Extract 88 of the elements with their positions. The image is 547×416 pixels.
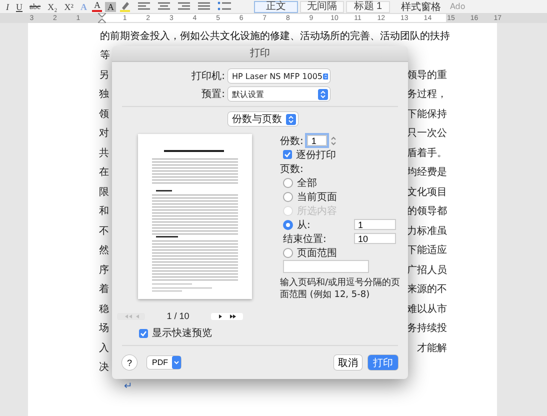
document-text: 只一次公 (407, 127, 447, 140)
document-text: 力标准虽 (407, 224, 447, 238)
format-button[interactable]: A (105, 2, 116, 12)
stepper-icon (318, 88, 328, 100)
align-right-icon[interactable] (176, 1, 191, 12)
print-button[interactable]: 打印 (368, 355, 398, 370)
document-text: 不 (99, 224, 109, 238)
document-text: 决 (99, 360, 109, 374)
document-text: 的前期资金投入，例如公共文化设施的修建、活动场所的完善、活动团队的扶持 (100, 30, 450, 44)
help-button[interactable]: ? (122, 355, 137, 370)
document-text: 难以从市 (407, 302, 447, 316)
page-range-field[interactable] (283, 260, 369, 273)
document-text: 然 (99, 244, 109, 258)
dialog-title: 打印 (112, 46, 408, 62)
stepper-icon (286, 114, 296, 124)
pdf-menu-button[interactable]: PDF (147, 356, 181, 369)
document-text: 来源的不 (407, 282, 447, 296)
document-text: 才能解 (417, 342, 447, 355)
copies-field[interactable]: 1 (307, 135, 328, 146)
radio-button[interactable] (283, 192, 293, 202)
radio-label: 全部 (297, 176, 318, 190)
document-text: 在 (99, 166, 109, 180)
style-preset[interactable]: 标题 1 (346, 0, 390, 12)
document-text: 着 (99, 282, 109, 296)
radio-button[interactable] (283, 220, 293, 230)
document-text: 务持续投 (407, 322, 447, 336)
styles-pane-button[interactable]: 样式窗格 (400, 0, 441, 13)
document-text: 场 (99, 322, 109, 336)
checkbox[interactable] (139, 328, 148, 338)
stepper-icon (322, 70, 328, 82)
paragraph-mark: ↵ (124, 381, 132, 392)
field-label: 预置: (200, 88, 225, 101)
align-center-icon[interactable] (156, 1, 171, 12)
field-label: 页数: (280, 162, 304, 176)
radio-label: 当前页面 (297, 190, 338, 204)
printer-popup[interactable]: HP Laser NS MFP 1005 (228, 69, 330, 83)
document-text: 入 (99, 342, 109, 355)
style-preset[interactable]: 正文 (254, 0, 298, 12)
document-text: 对 (99, 126, 109, 140)
bullet-list-icon[interactable] (216, 1, 233, 12)
chevron-down-icon (172, 356, 181, 369)
highlighter-icon[interactable] (118, 1, 131, 12)
indent-marker-icon[interactable] (98, 13, 106, 23)
document-text: 领导的重 (407, 68, 447, 82)
document-text: 下能保持 (407, 108, 447, 121)
document-text: 另 (99, 68, 109, 82)
document-text: 序 (99, 264, 109, 277)
document-text: 文化项目 (407, 186, 447, 199)
checkbox-label: 逐份打印 (296, 148, 336, 162)
justify-icon[interactable] (196, 1, 211, 12)
checkbox-label: 显示快速预览 (152, 326, 212, 340)
document-text: 独 (99, 88, 109, 102)
document-text: 共 (99, 146, 109, 160)
format-button[interactable]: I (4, 2, 11, 12)
section-popup[interactable]: 份数与页数 (228, 112, 298, 126)
document-text: 领 (99, 108, 109, 121)
radio-button[interactable] (283, 248, 293, 258)
align-left-icon[interactable] (136, 1, 151, 12)
format-button[interactable]: U (14, 2, 24, 12)
document-text: 和 (99, 204, 109, 218)
page-counter: 1 / 10 (166, 311, 190, 321)
field-label: 打印机: (190, 70, 225, 83)
document-text: 均经费是 (407, 166, 447, 180)
format-button[interactable]: abc (28, 2, 43, 11)
document-text: 下能适应 (407, 244, 447, 258)
help-text: 输入页码和/或用逗号分隔的页面范围 (例如 12, 5-8) (280, 277, 402, 301)
to-page-field[interactable]: 10 (354, 233, 396, 244)
document-text: 盾着手。 (407, 146, 447, 160)
format-button[interactable]: X₂ (46, 2, 60, 12)
radio-label: 从: (297, 218, 312, 232)
field-label: 份数: (280, 134, 304, 148)
radio-button[interactable] (283, 178, 293, 188)
preset-popup[interactable]: 默认设置 (228, 87, 330, 101)
document-text: 稳 (99, 302, 109, 316)
stepper-icon[interactable] (331, 136, 336, 146)
next-page-icon[interactable] (211, 312, 244, 320)
checkbox[interactable] (283, 150, 292, 159)
style-preset[interactable]: 无间隔 (300, 0, 344, 12)
format-button[interactable]: X² (62, 2, 76, 12)
radio-label: 页面范围 (297, 246, 337, 260)
field-label: 结束位置: (283, 232, 328, 246)
document-text: 限 (99, 186, 109, 199)
from-page-field[interactable]: 1 (354, 219, 396, 230)
document-text: 务过程， (407, 88, 447, 102)
document-text: 广招人员 (407, 264, 447, 277)
cancel-button[interactable]: 取消 (334, 355, 362, 370)
document-text: 等 (100, 49, 110, 63)
toolbar-label: Ado (450, 2, 466, 11)
